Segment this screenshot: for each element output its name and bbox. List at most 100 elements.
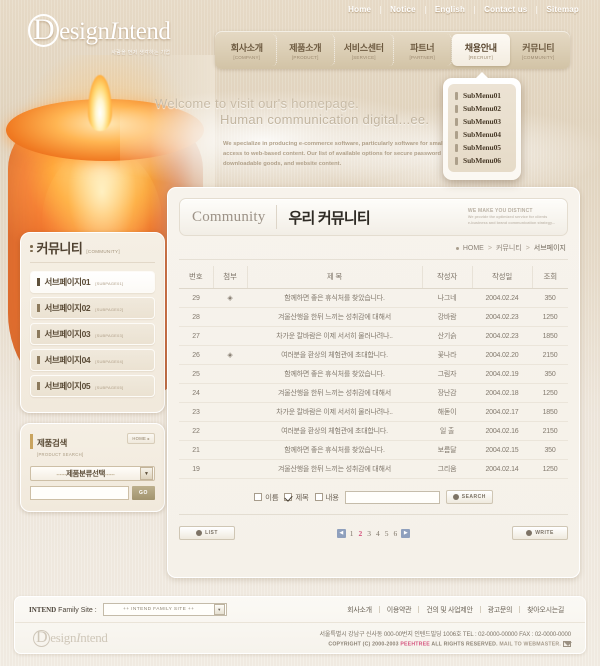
board-search-input[interactable] bbox=[344, 490, 440, 504]
page-2[interactable]: 2 bbox=[358, 529, 364, 538]
footer-link-terms[interactable]: 이용약관 bbox=[380, 605, 419, 615]
sidebar-item-subpage04[interactable]: 서브페이지04 [SUBPAGE04] bbox=[30, 349, 155, 371]
select-value: 제품분류선택 bbox=[66, 469, 105, 478]
footer-address-block: 서울특별시 강남구 신사동 000-00번지 인텐드빌딩 1006호 TEL :… bbox=[320, 629, 572, 648]
cell-subject[interactable]: 함께하면 좋은 휴식처를 찾았습니다. bbox=[247, 440, 422, 460]
checkbox-name[interactable] bbox=[254, 493, 263, 501]
sidebar-item-en: [SUBPAGE04] bbox=[95, 359, 124, 364]
utility-link-sitemap[interactable]: Sitemap bbox=[537, 5, 588, 14]
product-search-input[interactable] bbox=[30, 486, 129, 500]
table-row[interactable]: 21 함께하면 좋은 휴식처를 찾았습니다. 보름달 2004.02.15 35… bbox=[179, 440, 568, 460]
page-5[interactable]: 5 bbox=[384, 529, 390, 538]
table-row[interactable]: 19 겨울산행을 한뒤 느끼는 성취감에 대해서 그리움 2004.02.14 … bbox=[179, 459, 568, 479]
footer-link-directions[interactable]: 찾아오시는길 bbox=[520, 605, 571, 615]
nav-item-partner[interactable]: 파트너 [PARTNER] bbox=[394, 34, 452, 66]
table-row[interactable]: 26 ◈ 여러분을 환상의 체험관에 초대합니다. 꽃나라 2004.02.20… bbox=[179, 345, 568, 365]
nav-item-community[interactable]: 커뮤니티 [COMMUNITY] bbox=[510, 34, 568, 66]
search-button[interactable]: SEARCH bbox=[445, 490, 493, 504]
cell-no: 23 bbox=[179, 402, 213, 422]
search-option-name[interactable]: 이름 bbox=[254, 492, 279, 503]
logo-tail: ntend bbox=[117, 18, 171, 45]
nav-item-recruit[interactable]: 채용안내 [RECRUIT] bbox=[452, 34, 510, 66]
footer-link-advertising[interactable]: 광고문의 bbox=[481, 605, 520, 615]
breadcrumb-home[interactable]: HOME bbox=[463, 245, 484, 252]
table-row[interactable]: 28 겨울산행을 한뒤 느끼는 성취감에 대해서 강바람 2004.02.23 … bbox=[179, 307, 568, 327]
checkbox-content[interactable] bbox=[314, 493, 323, 501]
cell-subject[interactable]: 겨울산행을 한뒤 느끼는 성취감에 대해서 bbox=[247, 383, 422, 403]
breadcrumb-section[interactable]: 커뮤니티 bbox=[496, 243, 522, 253]
chevron-down-icon[interactable]: ▼ bbox=[213, 604, 225, 615]
page-3[interactable]: 3 bbox=[366, 529, 372, 538]
prev-page-icon[interactable]: ◀ bbox=[336, 528, 346, 538]
page-1[interactable]: 1 bbox=[349, 529, 355, 538]
product-category-select[interactable]: ▪▪▪▪▪▪제품분류선택▪▪▪▪▪▪ ▼ bbox=[30, 466, 155, 481]
cell-subject[interactable]: 함께하면 좋은 휴식처를 찾았습니다. bbox=[247, 364, 422, 384]
sidebar-item-subpage01[interactable]: 서브페이지01 [SUBPAGE01] bbox=[30, 271, 155, 293]
envelope-icon[interactable] bbox=[563, 641, 572, 647]
sidebar-item-subpage03[interactable]: 서브페이지03 [SUBPAGE03] bbox=[30, 323, 155, 345]
utility-link-english[interactable]: English bbox=[426, 5, 474, 14]
utility-link-notice[interactable]: Notice bbox=[381, 5, 425, 14]
nav-label-ko: 채용안내 bbox=[464, 42, 497, 53]
sidebar-item-subpage05[interactable]: 서브페이지05 [SUBPAGE05] bbox=[30, 375, 155, 397]
footer-copyright: COPYRIGHT (C) 2000-2003 PEEHTREE ALL RIG… bbox=[320, 641, 572, 648]
table-row[interactable]: 29 ◈ 함께하면 좋은 휴식처를 찾았습니다. 나그네 2004.02.24 … bbox=[179, 288, 568, 308]
footer-link-proposal[interactable]: 건의 및 사업제안 bbox=[419, 605, 479, 615]
footer-logo-rest: esign bbox=[50, 629, 77, 645]
list-button[interactable]: LIST bbox=[179, 526, 235, 540]
dropdown-item-submenu06[interactable]: SubMenu06 bbox=[448, 154, 516, 167]
nav-item-company[interactable]: 회사소개 [COMPANY] bbox=[218, 34, 277, 66]
cell-subject[interactable]: 겨울산행을 한뒤 느끼는 성취감에 대해서 bbox=[247, 459, 422, 479]
mail-to-webmaster[interactable]: MAIL TO WEBMASTER. bbox=[498, 642, 561, 648]
family-site-select[interactable]: ++ INTEND FAMILY SITE ++ ▼ bbox=[102, 603, 227, 616]
search-option-content[interactable]: 내용 bbox=[314, 492, 339, 503]
table-row[interactable]: 24 겨울산행을 한뒤 느끼는 성취감에 대해서 장난감 2004.02.18 … bbox=[179, 383, 568, 403]
table-row[interactable]: 25 함께하면 좋은 휴식처를 찾았습니다. 그림자 2004.02.19 35… bbox=[179, 364, 568, 384]
write-button[interactable]: WRITE bbox=[512, 526, 568, 540]
table-row[interactable]: 22 여러분을 환상의 체험관에 초대합니다. 일 출 2004.02.16 2… bbox=[179, 421, 568, 441]
board-bottom-bar: LIST ◀ 1 2 3 4 5 6 ▶ WRITE bbox=[179, 515, 568, 540]
nav-item-product[interactable]: 제품소개 [PRODUCT] bbox=[277, 34, 335, 66]
next-page-icon[interactable]: ▶ bbox=[401, 528, 411, 538]
utility-link-contact-us[interactable]: Contact us bbox=[475, 5, 536, 14]
page-4[interactable]: 4 bbox=[375, 529, 381, 538]
checkbox-subject[interactable] bbox=[284, 493, 293, 501]
cell-subject[interactable]: 함께하면 좋은 휴식처를 찾았습니다. bbox=[247, 288, 422, 308]
breadcrumb-separator: > bbox=[525, 244, 530, 252]
search-option-subject[interactable]: 제목 bbox=[284, 492, 309, 503]
dropdown-item-submenu03[interactable]: SubMenu03 bbox=[448, 115, 516, 128]
nav-label-en: [PARTNER] bbox=[409, 54, 435, 60]
product-search-title-en: [PRODUCT SEARCH] bbox=[37, 452, 84, 457]
bar-icon bbox=[37, 330, 40, 338]
dropdown-item-submenu02[interactable]: SubMenu02 bbox=[448, 102, 516, 115]
footer-logo: DesignIntend bbox=[33, 629, 108, 647]
write-icon bbox=[526, 530, 533, 536]
utility-link-home[interactable]: Home bbox=[339, 5, 380, 14]
sidebar-title-en: [COMMUNITY] bbox=[86, 249, 120, 254]
sidebar-item-subpage02[interactable]: 서브페이지02 [SUBPAGE02] bbox=[30, 297, 155, 319]
cell-subject[interactable]: 차가운 칼바람은 이제 서서히 물러나려나.. bbox=[247, 326, 422, 346]
chevron-down-icon[interactable]: ▼ bbox=[140, 467, 153, 480]
site-logo[interactable]: DesignIntend 사람을 먼저 생각하는 기업 bbox=[28, 14, 171, 56]
table-row[interactable]: 27 차가운 칼바람은 이제 서서히 물러나려나.. 산기슭 2004.02.2… bbox=[179, 326, 568, 346]
cell-writer: 보름달 bbox=[422, 440, 472, 460]
nav-item-service[interactable]: 서비스센터 [SERVICE] bbox=[335, 34, 394, 66]
cell-date: 2004.02.14 bbox=[472, 459, 532, 479]
cell-subject[interactable]: 차가운 칼바람은 이제 서서히 물러나려나.. bbox=[247, 402, 422, 422]
cell-hits: 2150 bbox=[532, 345, 568, 365]
footer-link-company[interactable]: 회사소개 bbox=[340, 605, 379, 615]
cell-subject[interactable]: 여러분을 환상의 체험관에 초대합니다. bbox=[247, 421, 422, 441]
table-row[interactable]: 23 차가운 칼바람은 이제 서서히 물러나려나.. 해돋이 2004.02.1… bbox=[179, 402, 568, 422]
product-search-go-button[interactable]: GO bbox=[132, 486, 155, 500]
cell-subject[interactable]: 겨울산행을 한뒤 느끼는 성취감에 대해서 bbox=[247, 307, 422, 327]
dropdown-item-submenu04[interactable]: SubMenu04 bbox=[448, 128, 516, 141]
page-root: Home Notice English Contact us Sitemap D… bbox=[0, 0, 600, 666]
dropdown-item-submenu05[interactable]: SubMenu05 bbox=[448, 141, 516, 154]
home-button[interactable]: HOME ▸ bbox=[127, 433, 155, 444]
cell-hits: 350 bbox=[532, 364, 568, 384]
cell-subject[interactable]: 여러분을 환상의 체험관에 초대합니다. bbox=[247, 345, 422, 365]
dropdown-label: SubMenu05 bbox=[463, 143, 501, 152]
page-6[interactable]: 6 bbox=[393, 529, 399, 538]
cell-no: 28 bbox=[179, 307, 213, 327]
dropdown-item-submenu01[interactable]: SubMenu01 bbox=[448, 89, 516, 102]
